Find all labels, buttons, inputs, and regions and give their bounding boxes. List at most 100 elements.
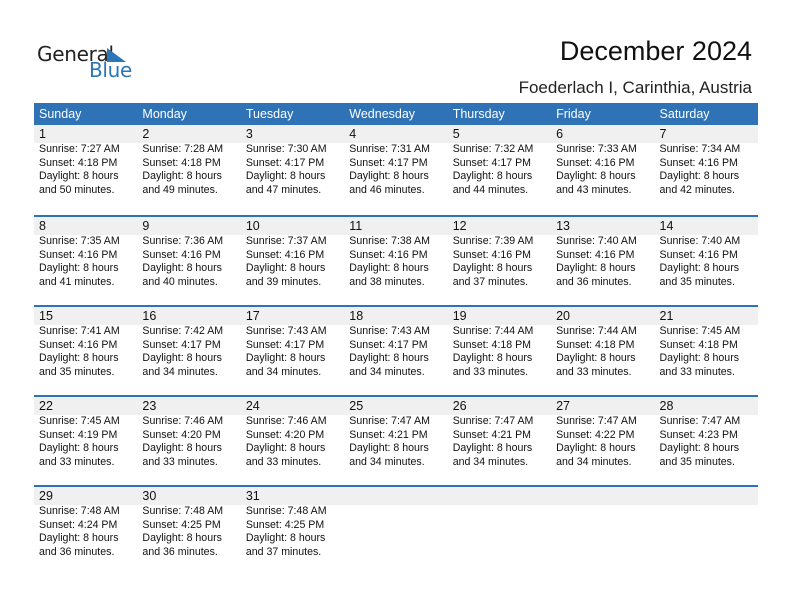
daylight-text: Daylight: 8 hours: [556, 170, 636, 182]
sunset-text: Sunset: 4:18 PM: [452, 338, 532, 351]
day-number: 5: [452, 127, 460, 141]
daylight-minutes-text: and 35 minutes.: [659, 275, 735, 288]
day-number: 8: [39, 219, 46, 233]
sunset-text: Sunset: 4:18 PM: [659, 338, 738, 351]
daylight-minutes-text: and 33 minutes.: [556, 365, 632, 378]
empty-cell: [655, 487, 758, 575]
daylight-text: Daylight: 8 hours: [659, 170, 740, 182]
weekday-thursday: Thursday: [452, 107, 505, 121]
day-cell: 5 Sunrise: 7:32 AM Sunset: 4:17 PM Daylight…: [448, 125, 551, 215]
sunset-text: Sunset: 4:16 PM: [39, 248, 118, 261]
daylight-text: Daylight: 8 hours: [245, 352, 326, 364]
day-number: 6: [556, 127, 564, 141]
daylight-minutes-text: and 33 minutes.: [659, 365, 735, 378]
day-number: 11: [349, 219, 363, 233]
day-cell: 22 Sunrise: 7:45 AM Sunset: 4:19 PM Dayligh…: [34, 397, 137, 485]
sunset-text: Sunset: 4:17 PM: [452, 156, 532, 169]
day-cell: 16 Sunrise: 7:42 AM Sunset: 4:17 PM Dayligh…: [137, 307, 240, 395]
daylight-minutes-text: and 33 minutes.: [142, 455, 218, 468]
sunrise-text: Sunrise: 7:33 AM: [556, 143, 637, 155]
day-number: 21: [659, 309, 674, 323]
daylight-text: Daylight: 8 hours: [142, 262, 222, 274]
day-cell: 11 Sunrise: 7:38 AM Sunset: 4:16 PM Dayligh…: [344, 217, 447, 305]
sunset-text: Sunset: 4:18 PM: [556, 338, 635, 351]
weeks-container: 1 Sunrise: 7:27 AM Sunset: 4:18 PM Daylight…: [34, 125, 758, 575]
daylight-minutes-text: and 47 minutes.: [245, 183, 322, 196]
sunset-text: Sunset: 4:25 PM: [245, 518, 325, 531]
day-number: 14: [659, 219, 674, 233]
daylight-minutes-text: and 33 minutes.: [39, 455, 115, 468]
sunset-text: Sunset: 4:25 PM: [142, 518, 221, 531]
sunrise-text: Sunrise: 7:45 AM: [39, 415, 120, 427]
day-cell: 17 Sunrise: 7:43 AM Sunset: 4:17 PM Dayligh…: [241, 307, 344, 395]
day-number: 2: [142, 127, 150, 141]
weekday-friday: Friday: [556, 107, 591, 121]
day-number: 26: [452, 399, 467, 413]
sunset-text: Sunset: 4:16 PM: [452, 248, 532, 261]
daylight-text: Daylight: 8 hours: [452, 352, 533, 364]
sunset-text: Sunset: 4:21 PM: [349, 428, 428, 441]
sunrise-text: Sunrise: 7:40 AM: [556, 235, 637, 247]
sunset-text: Sunset: 4:16 PM: [349, 248, 428, 261]
weekday-tuesday: Tuesday: [245, 107, 294, 121]
daylight-minutes-text: and 44 minutes.: [452, 183, 529, 196]
daylight-text: Daylight: 8 hours: [245, 532, 326, 544]
day-number: 30: [142, 489, 157, 503]
day-cell: 1 Sunrise: 7:27 AM Sunset: 4:18 PM Daylight…: [34, 125, 137, 215]
sunset-text: Sunset: 4:16 PM: [245, 248, 325, 261]
day-cell: 20 Sunrise: 7:44 AM Sunset: 4:18 PM Dayligh…: [551, 307, 654, 395]
daylight-text: Daylight: 8 hours: [142, 442, 222, 454]
day-number: 9: [142, 219, 150, 233]
weekday-header: Sunday Monday Tuesday Wednesday Thursday Frid…: [34, 103, 758, 125]
weekday-monday: Monday: [142, 107, 187, 121]
daylight-minutes-text: and 43 minutes.: [556, 183, 632, 196]
weekday-saturday: Saturday: [659, 107, 710, 121]
day-cell: 21 Sunrise: 7:45 AM Sunset: 4:18 PM Dayligh…: [655, 307, 758, 395]
sunset-text: Sunset: 4:23 PM: [659, 428, 738, 441]
daylight-text: Daylight: 8 hours: [659, 442, 740, 454]
daylight-minutes-text: and 40 minutes.: [142, 275, 218, 288]
empty-cell: [551, 487, 654, 575]
daylight-text: Daylight: 8 hours: [39, 352, 119, 364]
daylight-minutes-text: and 33 minutes.: [245, 455, 322, 468]
sunrise-text: Sunrise: 7:37 AM: [245, 235, 327, 247]
sunrise-text: Sunrise: 7:43 AM: [349, 325, 430, 337]
daylight-minutes-text: and 41 minutes.: [39, 275, 115, 288]
sunset-text: Sunset: 4:16 PM: [39, 338, 118, 351]
day-cell: 9 Sunrise: 7:36 AM Sunset: 4:16 PM Daylight…: [137, 217, 240, 305]
day-number: 28: [659, 399, 674, 413]
day-number: 19: [452, 309, 467, 323]
day-number: 12: [452, 219, 467, 233]
sunset-text: Sunset: 4:16 PM: [659, 248, 738, 261]
daylight-text: Daylight: 8 hours: [659, 262, 740, 274]
sunrise-text: Sunrise: 7:30 AM: [245, 143, 327, 155]
sunset-text: Sunset: 4:17 PM: [349, 338, 428, 351]
sunrise-text: Sunrise: 7:28 AM: [142, 143, 224, 155]
day-cell: 14 Sunrise: 7:40 AM Sunset: 4:16 PM Dayligh…: [655, 217, 758, 305]
daylight-text: Daylight: 8 hours: [349, 442, 429, 454]
daylight-text: Daylight: 8 hours: [556, 352, 636, 364]
sunrise-text: Sunrise: 7:39 AM: [452, 235, 534, 247]
sunrise-text: Sunrise: 7:43 AM: [245, 325, 327, 337]
sunset-text: Sunset: 4:18 PM: [142, 156, 221, 169]
sunset-text: Sunset: 4:16 PM: [142, 248, 221, 261]
day-cell: 24 Sunrise: 7:46 AM Sunset: 4:20 PM Dayligh…: [241, 397, 344, 485]
week-row: 22 Sunrise: 7:45 AM Sunset: 4:19 PM Dayligh…: [34, 395, 758, 485]
sunrise-text: Sunrise: 7:31 AM: [349, 143, 430, 155]
day-cell: 8 Sunrise: 7:35 AM Sunset: 4:16 PM Daylight…: [34, 217, 137, 305]
day-cell: 31 Sunrise: 7:48 AM Sunset: 4:25 PM Dayligh…: [241, 487, 344, 575]
daylight-minutes-text: and 34 minutes.: [556, 455, 632, 468]
sunrise-text: Sunrise: 7:42 AM: [142, 325, 224, 337]
sunset-text: Sunset: 4:19 PM: [39, 428, 118, 441]
daylight-minutes-text: and 34 minutes.: [245, 365, 322, 378]
day-cell: 3 Sunrise: 7:30 AM Sunset: 4:17 PM Daylight…: [241, 125, 344, 215]
sunrise-text: Sunrise: 7:44 AM: [556, 325, 637, 337]
sunset-text: Sunset: 4:17 PM: [349, 156, 428, 169]
day-cell: 4 Sunrise: 7:31 AM Sunset: 4:17 PM Daylight…: [344, 125, 447, 215]
daylight-minutes-text: and 39 minutes.: [245, 275, 322, 288]
daylight-text: Daylight: 8 hours: [142, 532, 222, 544]
daylight-minutes-text: and 37 minutes.: [245, 545, 322, 558]
daylight-text: Daylight: 8 hours: [39, 442, 119, 454]
sunrise-text: Sunrise: 7:48 AM: [142, 505, 224, 517]
sunset-text: Sunset: 4:17 PM: [245, 156, 325, 169]
